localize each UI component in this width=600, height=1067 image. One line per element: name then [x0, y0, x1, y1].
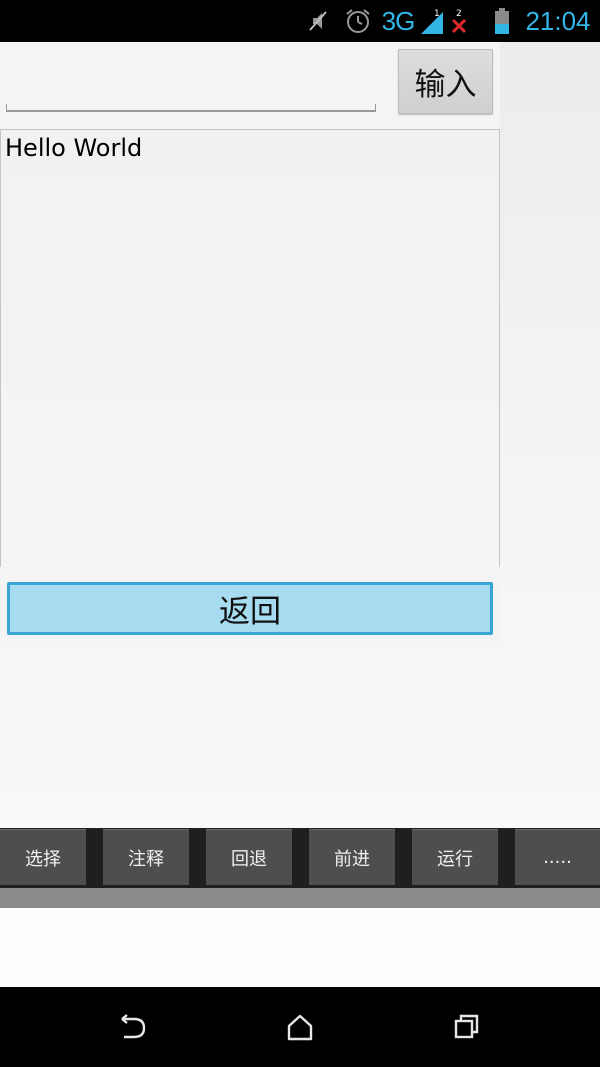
input-button[interactable]: 输入 [398, 49, 493, 114]
text-input[interactable] [6, 98, 376, 112]
alarm-icon [343, 0, 373, 42]
comment-button[interactable]: 注释 [103, 829, 189, 885]
sim-badge-1: 1 [434, 9, 440, 19]
back-button[interactable]: 返回 [7, 582, 493, 635]
bottom-toolbar: 选择 注释 回退 前进 运行 ..... [0, 828, 600, 888]
back-icon[interactable] [114, 1011, 150, 1043]
status-bar: 3G 1 2 21:04 [0, 0, 600, 42]
run-button[interactable]: 运行 [412, 829, 498, 885]
signal-icon: 1 [418, 0, 446, 42]
select-button[interactable]: 选择 [0, 829, 86, 885]
undo-button[interactable]: 回退 [206, 829, 292, 885]
battery-icon [492, 0, 512, 42]
toolbar-strip [0, 888, 600, 908]
input-underline-edge [375, 104, 376, 110]
no-sim-icon: 2 [448, 0, 470, 42]
blank-area [0, 908, 600, 987]
recent-apps-icon[interactable] [448, 1011, 484, 1043]
sim-badge-2: 2 [456, 9, 462, 19]
more-button[interactable]: ..... [515, 829, 600, 885]
app-area: 输入 Hello World 返回 [0, 42, 600, 828]
mute-icon [304, 0, 332, 42]
home-icon[interactable] [282, 1011, 318, 1043]
output-area[interactable]: Hello World [0, 129, 500, 567]
network-type: 3G [381, 5, 416, 36]
input-underline-edge [6, 104, 7, 110]
redo-button[interactable]: 前进 [309, 829, 395, 885]
main-panel: 输入 Hello World 返回 [0, 42, 500, 642]
navigation-bar [0, 987, 600, 1067]
clock-time: 21:04 [525, 5, 591, 36]
output-text: Hello World [5, 134, 143, 162]
